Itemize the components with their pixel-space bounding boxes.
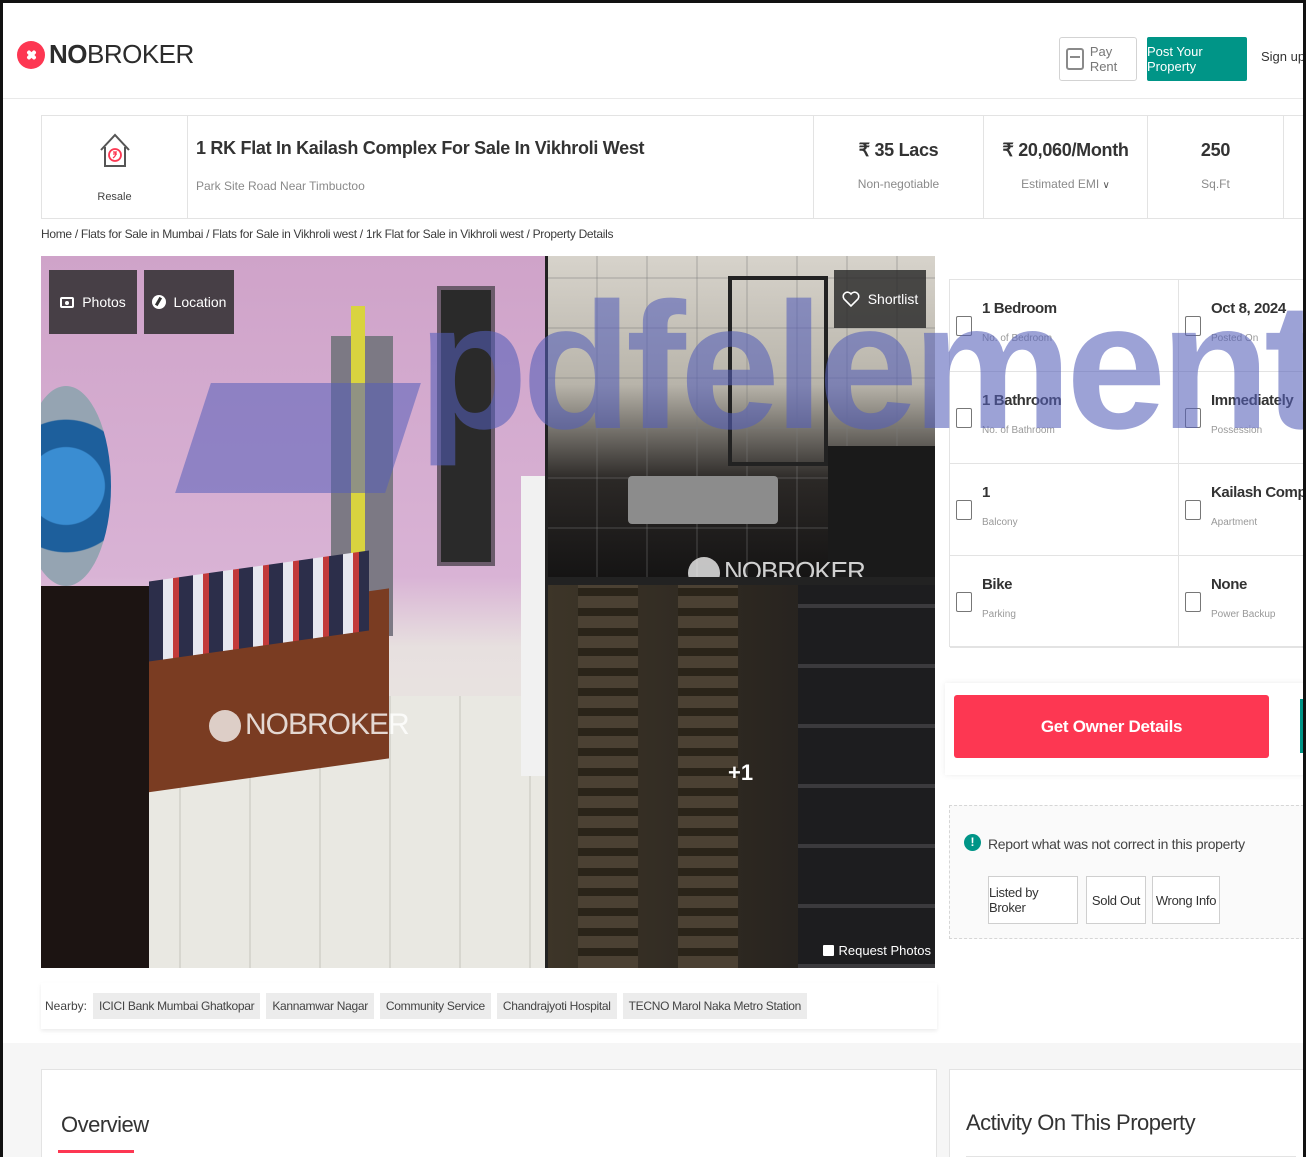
report-listed-by-broker-button[interactable]: Listed by Broker bbox=[988, 876, 1078, 924]
balcony-icon bbox=[956, 500, 972, 520]
area-value: 250 bbox=[1200, 140, 1231, 160]
photo-gallery[interactable]: NOBROKER NOBROKER +1 Request Photos Phot… bbox=[41, 256, 935, 968]
photo-watermark: NOBROKER bbox=[209, 708, 410, 743]
shortlist-button[interactable]: Shortlist bbox=[834, 270, 926, 328]
detail-balcony: 1 Balcony bbox=[950, 464, 1179, 556]
overview-section: Overview bbox=[41, 1069, 937, 1157]
area-unit: Sq.Ft bbox=[1201, 177, 1230, 191]
building-icon bbox=[1185, 500, 1201, 520]
owner-details-panel: Get Owner Details bbox=[945, 683, 1303, 775]
photos-button[interactable]: Photos bbox=[49, 270, 137, 334]
camera-icon bbox=[60, 296, 75, 308]
info-icon: ! bbox=[964, 834, 981, 851]
detail-power-backup: None Power Backup bbox=[1179, 556, 1303, 648]
detail-apartment: Kailash Complex Apartment bbox=[1179, 464, 1303, 556]
activity-section: Activity On This Property bbox=[949, 1069, 1303, 1157]
report-wrong-info-button[interactable]: Wrong Info bbox=[1152, 876, 1220, 924]
request-photos-label: Request Photos bbox=[838, 943, 931, 958]
logo-text-rest: BROKER bbox=[87, 39, 194, 69]
bathtub-icon bbox=[956, 408, 972, 428]
area-block: 250 Sq.Ft bbox=[1148, 116, 1284, 218]
location-button[interactable]: Location bbox=[144, 270, 234, 334]
bed-icon bbox=[956, 316, 972, 336]
post-property-button[interactable]: Post Your Property bbox=[1147, 37, 1247, 81]
photos-label: Photos bbox=[82, 294, 126, 310]
report-sold-out-button[interactable]: Sold Out bbox=[1086, 876, 1146, 924]
pay-rent-button[interactable]: Pay Rent bbox=[1059, 37, 1137, 81]
property-details-grid: 1 Bedroom No. of Bedroom Oct 8, 2024 Pos… bbox=[949, 279, 1303, 648]
nearby-places: Nearby: ICICI Bank Mumbai Ghatkopar Kann… bbox=[41, 983, 937, 1029]
card-icon bbox=[1066, 48, 1084, 70]
get-owner-details-button[interactable]: Get Owner Details bbox=[954, 695, 1269, 758]
bedroom-photo[interactable]: NOBROKER bbox=[41, 256, 545, 968]
location-label: Location bbox=[173, 294, 227, 310]
shortlist-label: Shortlist bbox=[867, 291, 919, 307]
emi-block[interactable]: ₹ 20,060/Month Estimated EMI ∨ bbox=[984, 116, 1148, 218]
chevron-down-icon: ∨ bbox=[1102, 180, 1110, 191]
price-note: Non-negotiable bbox=[857, 177, 940, 191]
browser-page: NOBROKER Pay Rent Post Your Property Sig… bbox=[0, 0, 1306, 1157]
request-photos-button[interactable]: Request Photos bbox=[823, 943, 931, 958]
nobroker-logo[interactable]: NOBROKER bbox=[17, 39, 194, 70]
signup-link[interactable]: Sign up bbox=[1261, 49, 1303, 64]
living-area-photo[interactable]: +1 Request Photos bbox=[548, 585, 935, 968]
nearby-chip[interactable]: Kannamwar Nagar bbox=[266, 993, 374, 1019]
emi-value: ₹ 20,060/Month bbox=[1002, 140, 1129, 160]
calendar-icon bbox=[1185, 316, 1201, 336]
listing-type: Resale bbox=[42, 116, 188, 218]
overview-title[interactable]: Overview bbox=[61, 1112, 149, 1138]
key-icon bbox=[1185, 408, 1201, 428]
detail-bedrooms: 1 Bedroom No. of Bedroom bbox=[950, 280, 1179, 372]
logo-text-bold: NO bbox=[49, 39, 88, 69]
detail-possession: Immediately Possession bbox=[1179, 372, 1303, 464]
price-block: ₹ 35 Lacs Non-negotiable bbox=[814, 116, 984, 218]
compass-icon bbox=[151, 295, 166, 309]
nearby-label: Nearby: bbox=[45, 999, 88, 1013]
activity-title: Activity On This Property bbox=[966, 1110, 1196, 1135]
listing-type-label: Resale bbox=[97, 191, 132, 203]
breadcrumb[interactable]: Home / Flats for Sale in Mumbai / Flats … bbox=[41, 227, 613, 241]
nearby-chip[interactable]: Chandrajyoti Hospital bbox=[496, 993, 617, 1019]
detail-posted-on: Oct 8, 2024 Posted On bbox=[1179, 280, 1303, 372]
image-icon bbox=[823, 945, 835, 956]
photo-watermark: NOBROKER bbox=[688, 556, 866, 577]
listing-title-block: 1 RK Flat In Kailash Complex For Sale In… bbox=[188, 116, 814, 218]
overview-underline bbox=[58, 1150, 134, 1153]
pay-rent-label: Pay Rent bbox=[1089, 44, 1118, 74]
car-icon bbox=[956, 592, 972, 612]
home-rupee-icon bbox=[100, 133, 130, 167]
report-title: Report what was not correct in this prop… bbox=[988, 836, 1245, 852]
top-navbar: NOBROKER Pay Rent Post Your Property Sig… bbox=[3, 3, 1303, 99]
emi-note: Estimated EMI bbox=[1021, 177, 1100, 191]
nearby-chip[interactable]: Community Service bbox=[379, 993, 491, 1019]
side-action-tab[interactable] bbox=[1300, 699, 1303, 753]
logo-icon bbox=[17, 40, 45, 69]
nearby-chip[interactable]: ICICI Bank Mumbai Ghatkopar bbox=[93, 993, 261, 1019]
battery-icon bbox=[1185, 592, 1201, 612]
report-panel: ! Report what was not correct in this pr… bbox=[949, 805, 1303, 939]
more-photos-count[interactable]: +1 bbox=[728, 760, 753, 786]
property-summary: Resale 1 RK Flat In Kailash Complex For … bbox=[41, 115, 1303, 219]
nearby-chip[interactable]: TECNO Marol Naka Metro Station bbox=[622, 993, 807, 1019]
heart-icon bbox=[842, 290, 860, 307]
detail-bathrooms: 1 Bathroom No. of Bathroom bbox=[950, 372, 1179, 464]
listing-title: 1 RK Flat In Kailash Complex For Sale In… bbox=[196, 138, 645, 158]
listing-address: Park Site Road Near Timbuctoo bbox=[196, 179, 365, 193]
detail-parking: Bike Parking bbox=[950, 556, 1179, 648]
price-value: ₹ 35 Lacs bbox=[858, 140, 939, 160]
